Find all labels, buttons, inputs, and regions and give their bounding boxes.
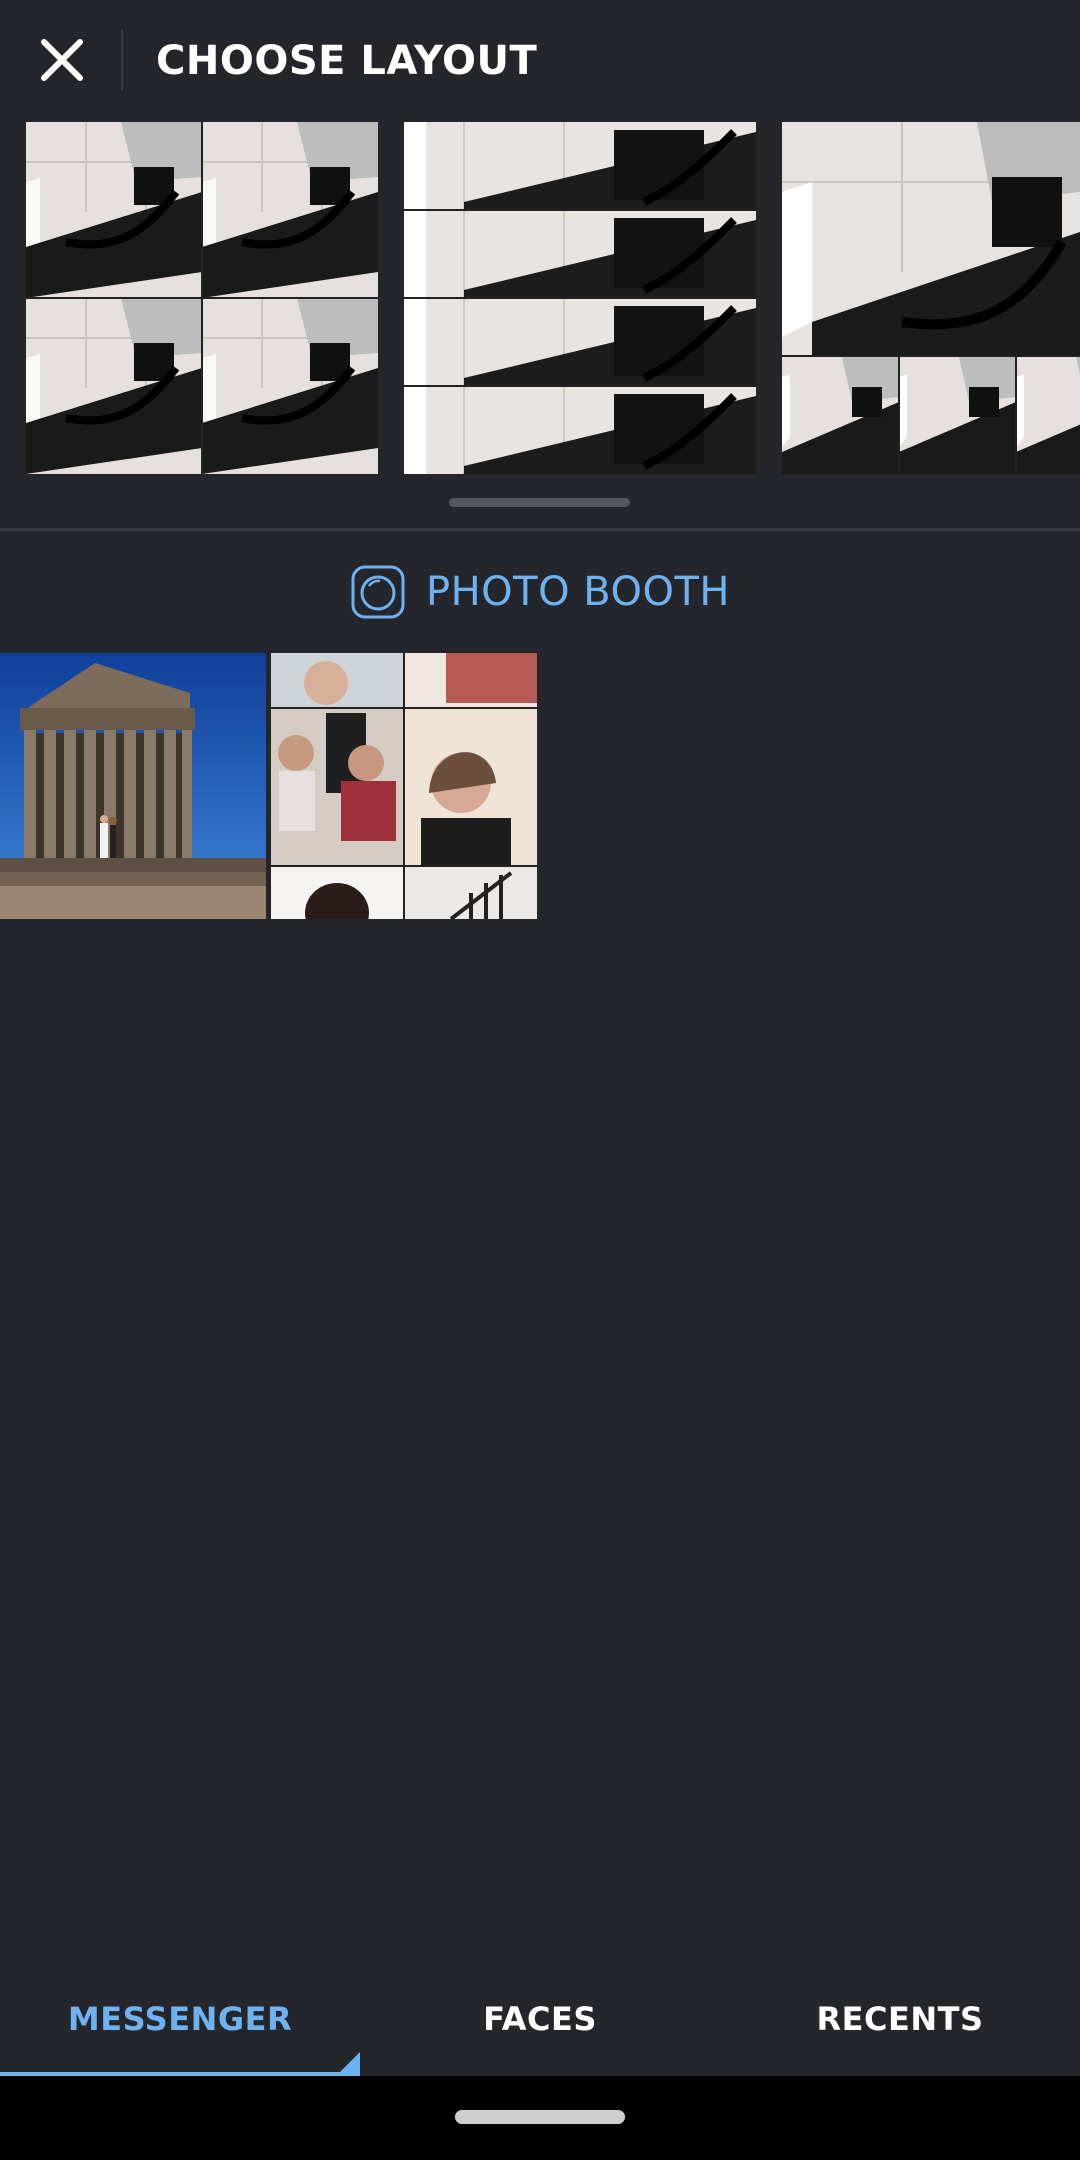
photo-gallery (0, 653, 540, 919)
camera-lens-icon (351, 565, 405, 619)
tab-messenger[interactable]: MESSENGER (0, 1962, 360, 2076)
layout-option-grid-2x2[interactable] (26, 122, 378, 474)
header-divider (121, 30, 123, 90)
gallery-item-video-call-collage[interactable] (271, 653, 537, 919)
bottom-tabs: MESSENGER FACES RECENTS (0, 1962, 1080, 2076)
system-navigation-bar (0, 2076, 1080, 2160)
layout-options (0, 122, 1080, 476)
photo-booth-button[interactable]: PHOTO BOOTH (0, 562, 1080, 622)
close-icon (41, 39, 83, 81)
header: CHOOSE LAYOUT (0, 0, 1080, 120)
active-tab-corner-marker (340, 2052, 360, 2072)
home-gesture-handle[interactable] (455, 2110, 625, 2124)
app-root: CHOOSE LAYOUT PHOTO BOOTH MESSENGER FACE… (0, 0, 1080, 2160)
gallery-item-temple-photo[interactable] (0, 653, 266, 919)
layout-option-stack-4-rows[interactable] (404, 122, 756, 474)
layout-option-1-top-3-bottom[interactable] (782, 122, 1080, 474)
section-divider (0, 528, 1080, 531)
close-button[interactable] (24, 22, 100, 98)
tab-faces[interactable]: FACES (360, 1962, 720, 2076)
tab-recents[interactable]: RECENTS (720, 1962, 1080, 2076)
page-title: CHOOSE LAYOUT (156, 38, 538, 84)
photo-booth-label: PHOTO BOOTH (425, 569, 731, 615)
scroll-indicator (449, 498, 630, 507)
